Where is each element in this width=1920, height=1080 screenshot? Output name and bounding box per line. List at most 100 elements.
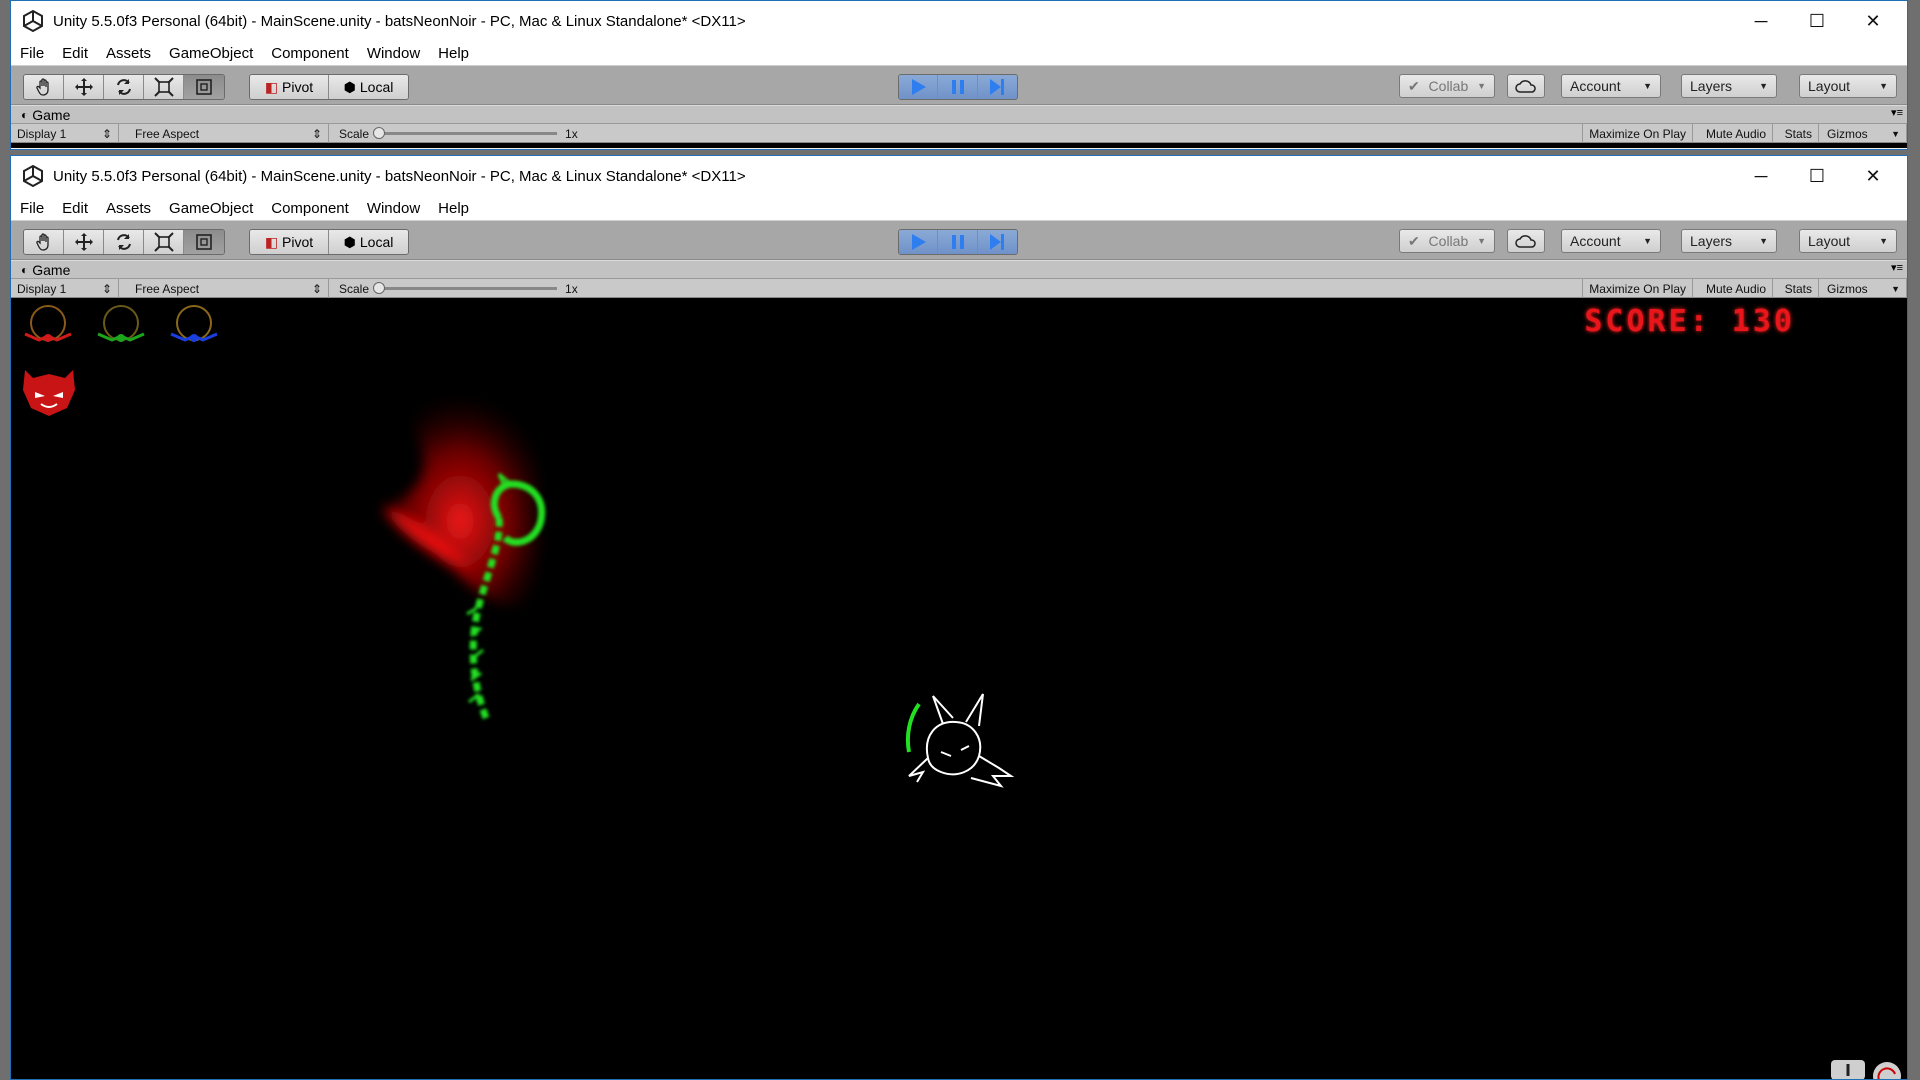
aspect-dropdown[interactable]: Free Aspect ⇕: [129, 279, 329, 298]
gizmos-dropdown[interactable]: Gizmos ▼: [1821, 124, 1907, 143]
chevron-down-icon: ▼: [1643, 81, 1652, 91]
menu-gameobject[interactable]: GameObject: [160, 200, 262, 217]
unity-logo-icon: [23, 9, 43, 33]
scale-slider[interactable]: Scale 1x: [333, 279, 603, 298]
close-button[interactable]: ✕: [1845, 156, 1901, 196]
play-button[interactable]: [899, 75, 939, 99]
maximize-button[interactable]: ☐: [1789, 1, 1845, 41]
check-icon: ✔: [1408, 77, 1420, 94]
maximize-on-play-toggle[interactable]: Maximize On Play: [1582, 124, 1693, 143]
chevron-down-icon: ▼: [1891, 283, 1900, 294]
local-button[interactable]: ⬢ Local: [329, 75, 408, 99]
layout-dropdown[interactable]: Layout ▼: [1799, 229, 1897, 253]
updown-icon: ⇕: [101, 126, 112, 141]
menu-file[interactable]: File: [11, 200, 53, 217]
display-dropdown[interactable]: Display 1 ⇕: [11, 124, 119, 143]
rect-tool[interactable]: [184, 230, 224, 254]
rotate-tool[interactable]: [104, 230, 144, 254]
move-tool[interactable]: [64, 75, 104, 99]
hand-icon: [35, 78, 49, 96]
panel-menu-icon[interactable]: ▾≡: [1891, 261, 1903, 274]
game-tab[interactable]: ◐ Game ▾≡: [11, 105, 1907, 123]
account-dropdown[interactable]: Account ▼: [1561, 229, 1661, 253]
scene-gizmo-icon: [1831, 1060, 1901, 1079]
layout-dropdown[interactable]: Layout ▼: [1799, 74, 1897, 98]
move-tool[interactable]: [64, 230, 104, 254]
maximize-button[interactable]: ☐: [1789, 156, 1845, 196]
step-button[interactable]: [977, 230, 1017, 254]
red-flame-aura: [381, 393, 540, 607]
minimize-button[interactable]: ─: [1733, 156, 1789, 196]
cube-icon: ⬢: [343, 78, 356, 95]
pivot-local-group: ◧ Pivot ⬢ Local: [249, 74, 409, 100]
cloud-button[interactable]: [1507, 74, 1545, 98]
game-view-toolbar: Display 1 ⇕ Free Aspect ⇕ Scale 1x Maximiz…: [11, 278, 1907, 298]
game-view-icon: ◐: [21, 262, 29, 277]
menu-window[interactable]: Window: [358, 200, 429, 217]
menu-edit[interactable]: Edit: [53, 200, 97, 217]
panel-menu-icon[interactable]: ▾≡: [1891, 106, 1903, 119]
menu-component[interactable]: Component: [262, 200, 358, 217]
stats-toggle[interactable]: Stats: [1779, 279, 1819, 298]
slider-thumb[interactable]: [373, 127, 386, 139]
game-view-peek: [11, 143, 1907, 148]
check-icon: ✔: [1408, 232, 1420, 249]
menu-help[interactable]: Help: [429, 45, 478, 62]
pivot-button[interactable]: ◧ Pivot: [250, 75, 329, 99]
menu-bar: File Edit Assets GameObject Component Wi…: [11, 196, 1907, 220]
chevron-down-icon: ▼: [1477, 236, 1486, 246]
collab-dropdown[interactable]: ✔ Collab ▼: [1399, 74, 1495, 98]
game-viewport[interactable]: SCORE: 130: [11, 298, 1907, 1079]
menu-gameobject[interactable]: GameObject: [160, 45, 262, 62]
menu-window[interactable]: Window: [358, 45, 429, 62]
menu-component[interactable]: Component: [262, 45, 358, 62]
stats-toggle[interactable]: Stats: [1779, 124, 1819, 143]
close-button[interactable]: ✕: [1845, 1, 1901, 41]
pivot-button[interactable]: ◧ Pivot: [250, 230, 329, 254]
account-dropdown[interactable]: Account ▼: [1561, 74, 1661, 98]
scale-tool[interactable]: [144, 75, 184, 99]
slider-track[interactable]: [373, 127, 558, 139]
slider-thumb[interactable]: [373, 282, 386, 294]
display-dropdown[interactable]: Display 1 ⇕: [11, 279, 119, 298]
menu-assets[interactable]: Assets: [97, 45, 160, 62]
local-button[interactable]: ⬢ Local: [329, 230, 408, 254]
red-power-ring-icon: [24, 305, 72, 342]
hand-tool[interactable]: [24, 75, 64, 99]
editor-window-front: Unity 5.5.0f3 Personal (64bit) - MainSce…: [10, 155, 1908, 1080]
slider-track[interactable]: [373, 282, 558, 294]
title-bar: Unity 5.5.0f3 Personal (64bit) - MainSce…: [11, 156, 1907, 196]
life-bat-face-icon: [23, 370, 75, 416]
maximize-on-play-toggle[interactable]: Maximize On Play: [1582, 279, 1693, 298]
scale-tool[interactable]: [144, 230, 184, 254]
game-tab[interactable]: ◐ Game ▾≡: [11, 260, 1907, 278]
pause-button[interactable]: [938, 75, 978, 99]
mute-audio-toggle[interactable]: Mute Audio: [1700, 279, 1773, 298]
menu-file[interactable]: File: [11, 45, 53, 62]
chevron-down-icon: ▼: [1759, 81, 1768, 91]
menu-edit[interactable]: Edit: [53, 45, 97, 62]
chevron-down-icon: ▼: [1643, 236, 1652, 246]
cloud-button[interactable]: [1507, 229, 1545, 253]
layers-dropdown[interactable]: Layers ▼: [1681, 74, 1777, 98]
collab-dropdown[interactable]: ✔ Collab ▼: [1399, 229, 1495, 253]
menu-assets[interactable]: Assets: [97, 200, 160, 217]
aspect-dropdown[interactable]: Free Aspect ⇕: [129, 124, 329, 143]
play-button[interactable]: [899, 230, 939, 254]
move-icon: [74, 78, 93, 96]
pivot-icon: ◧: [264, 78, 279, 95]
menu-help[interactable]: Help: [429, 200, 478, 217]
rect-tool[interactable]: [184, 75, 224, 99]
minimize-button[interactable]: ─: [1733, 1, 1789, 41]
step-button[interactable]: [977, 75, 1017, 99]
step-icon: [990, 79, 1005, 95]
pause-button[interactable]: [938, 230, 978, 254]
layers-dropdown[interactable]: Layers ▼: [1681, 229, 1777, 253]
gizmos-dropdown[interactable]: Gizmos ▼: [1821, 279, 1907, 298]
chevron-down-icon: ▼: [1891, 128, 1900, 139]
rotate-icon: [116, 79, 131, 95]
scale-slider[interactable]: Scale 1x: [333, 124, 603, 143]
mute-audio-toggle[interactable]: Mute Audio: [1700, 124, 1773, 143]
rotate-tool[interactable]: [104, 75, 144, 99]
hand-tool[interactable]: [24, 230, 64, 254]
